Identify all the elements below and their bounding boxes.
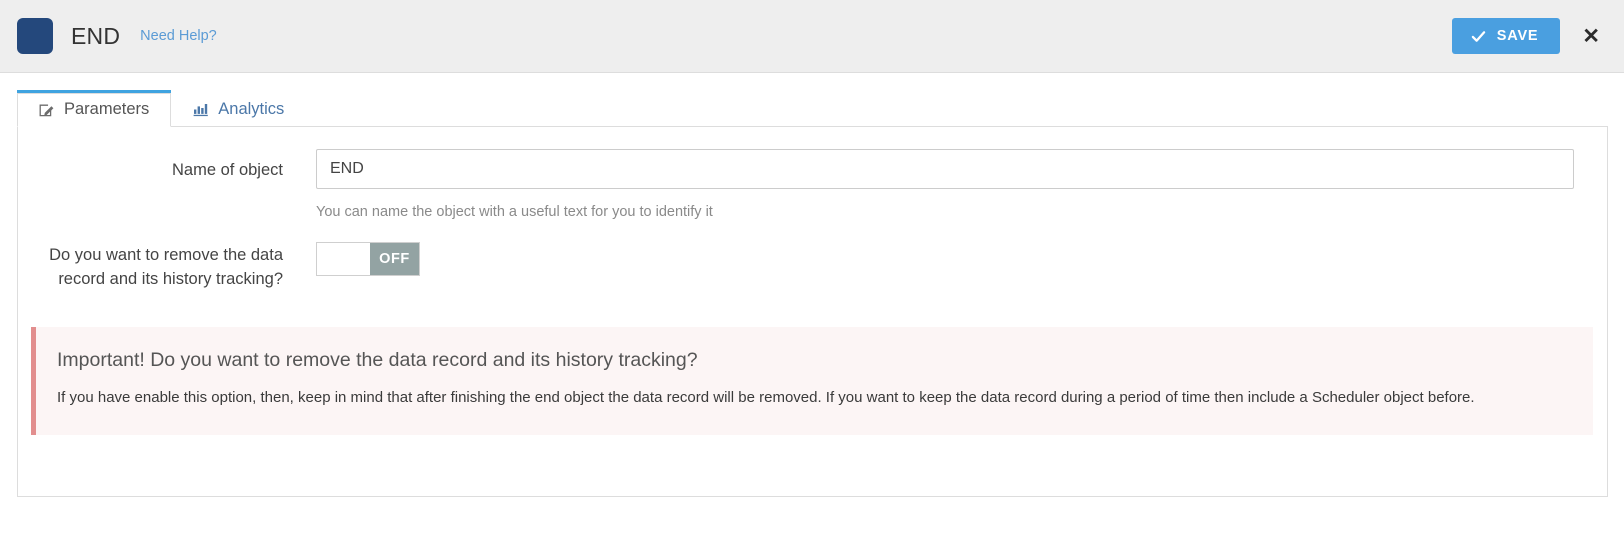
- check-icon: [1471, 29, 1486, 44]
- name-of-object-help-text: You can name the object with a useful te…: [316, 204, 713, 220]
- need-help-link[interactable]: Need Help?: [140, 28, 217, 44]
- parameters-panel: Name of object You can name the object w…: [17, 126, 1608, 497]
- important-alert: Important! Do you want to remove the dat…: [31, 326, 1593, 436]
- tab-analytics-label: Analytics: [218, 99, 285, 118]
- edit-pencil-square-icon: [39, 102, 55, 118]
- field-row-name-of-object: Name of object You can name the object w…: [18, 127, 1607, 220]
- tab-bar: Parameters Analytics: [0, 73, 1624, 127]
- tab-analytics[interactable]: Analytics: [171, 92, 306, 126]
- name-of-object-label: Name of object: [172, 161, 283, 179]
- toggle-state-label: OFF: [370, 243, 419, 275]
- save-button-label: SAVE: [1496, 28, 1539, 44]
- tab-list: Parameters Analytics: [17, 90, 1624, 127]
- bar-chart-icon: [193, 101, 209, 117]
- field-row-remove-data-record: Do you want to remove the data record an…: [18, 242, 1607, 292]
- modal-header: END Need Help? SAVE ✕: [0, 0, 1624, 73]
- alert-body: If you have enable this option, then, ke…: [57, 389, 1475, 407]
- remove-data-record-label: Do you want to remove the data record an…: [49, 246, 283, 288]
- remove-data-record-toggle[interactable]: OFF: [316, 242, 420, 276]
- page-title: END: [71, 22, 121, 49]
- save-button[interactable]: SAVE: [1451, 18, 1561, 54]
- alert-title: Important! Do you want to remove the dat…: [57, 348, 698, 371]
- tab-parameters-label: Parameters: [64, 100, 150, 118]
- object-icon: [17, 18, 53, 54]
- remove-data-record-field-wrap: OFF: [283, 242, 1607, 280]
- toggle-knob[interactable]: [317, 243, 370, 275]
- close-icon[interactable]: ✕: [1582, 26, 1600, 47]
- name-of-object-input[interactable]: [316, 149, 1574, 189]
- name-of-object-field-wrap: You can name the object with a useful te…: [283, 149, 1607, 220]
- tab-parameters[interactable]: Parameters: [17, 90, 172, 127]
